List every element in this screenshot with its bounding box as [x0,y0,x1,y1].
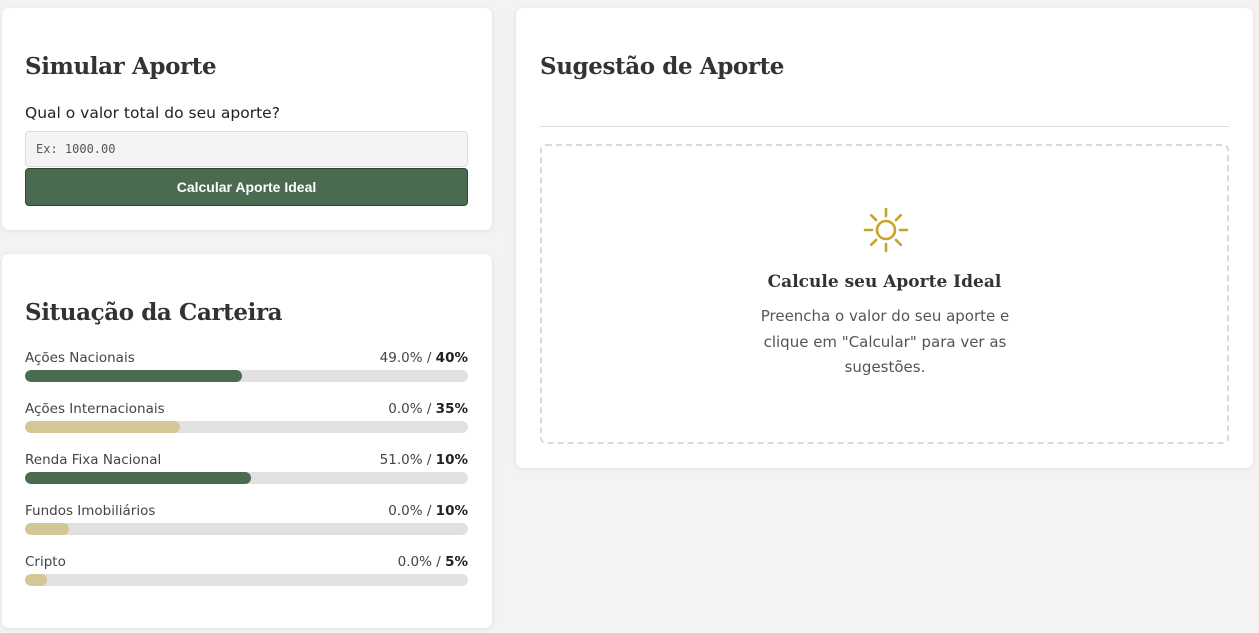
allocation-target: 10% [435,452,468,468]
allocation-bar-track [25,523,468,535]
allocation-bar-fill [25,472,251,484]
portfolio-card: Situação da Carteira Ações Nacionais 49.… [2,254,492,628]
allocation-values: 51.0% / 10% [380,452,468,468]
allocation-current: 0.0% [388,503,423,519]
allocation-current: 49.0% [379,350,423,366]
calculate-button[interactable]: Calcular Aporte Ideal [25,168,468,206]
allocation-row: Ações Internacionais 0.0% / 35% [25,401,468,435]
simulate-title: Simular Aporte [25,53,217,80]
empty-state-text: Preencha o valor do seu aporte e clique … [760,307,1010,376]
allocation-values: 0.0% / 5% [398,554,468,570]
portfolio-title: Situação da Carteira [25,299,283,326]
allocation-target: 10% [435,503,468,519]
allocation-current: 0.0% [388,401,423,417]
allocation-name: Ações Internacionais [25,401,165,417]
allocation-name: Cripto [25,554,66,570]
allocation-bar-fill [25,574,48,586]
allocation-bar-track [25,421,468,433]
allocation-values: 0.0% / 10% [388,503,468,519]
empty-state-title: Calcule seu Aporte Ideal [767,272,1002,292]
allocation-bar-fill [25,523,70,535]
sun-icon [863,207,909,253]
allocation-name: Renda Fixa Nacional [25,452,162,468]
allocation-target: 5% [445,554,468,570]
allocation-name: Fundos Imobiliários [25,503,156,519]
allocation-bar-track [25,370,468,382]
allocation-separator: / [431,554,446,570]
allocation-target: 40% [435,350,468,366]
divider [540,126,1229,127]
amount-input[interactable] [25,131,468,167]
amount-question-label: Qual o valor total do seu aporte? [25,104,280,122]
allocation-separator: / [422,452,436,468]
allocation-separator: / [422,503,436,519]
allocation-target: 35% [435,401,468,417]
allocation-row: Ações Nacionais 49.0% / 40% [25,350,468,384]
allocation-current: 51.0% [379,452,423,468]
allocation-name: Ações Nacionais [25,350,135,366]
allocation-bar-track [25,574,468,586]
allocation-values: 0.0% / 35% [388,401,468,417]
allocation-bar-fill [25,370,243,382]
allocation-row: Renda Fixa Nacional 51.0% / 10% [25,452,468,486]
allocation-bar-fill [25,421,181,433]
allocation-separator: / [422,401,436,417]
allocation-bar-track [25,472,468,484]
suggestion-card: Sugestão de Aporte Calcule seu Aporte Id… [516,8,1253,468]
allocation-values: 49.0% / 40% [380,350,468,366]
suggestion-title: Sugestão de Aporte [540,53,785,80]
empty-state: Calcule seu Aporte Ideal Preencha o valo… [540,144,1229,444]
allocation-row: Cripto 0.0% / 5% [25,554,468,588]
simulate-card: Simular Aporte Qual o valor total do seu… [2,8,492,230]
allocation-current: 0.0% [397,554,432,570]
allocation-separator: / [422,350,436,366]
allocation-row: Fundos Imobiliários 0.0% / 10% [25,503,468,537]
